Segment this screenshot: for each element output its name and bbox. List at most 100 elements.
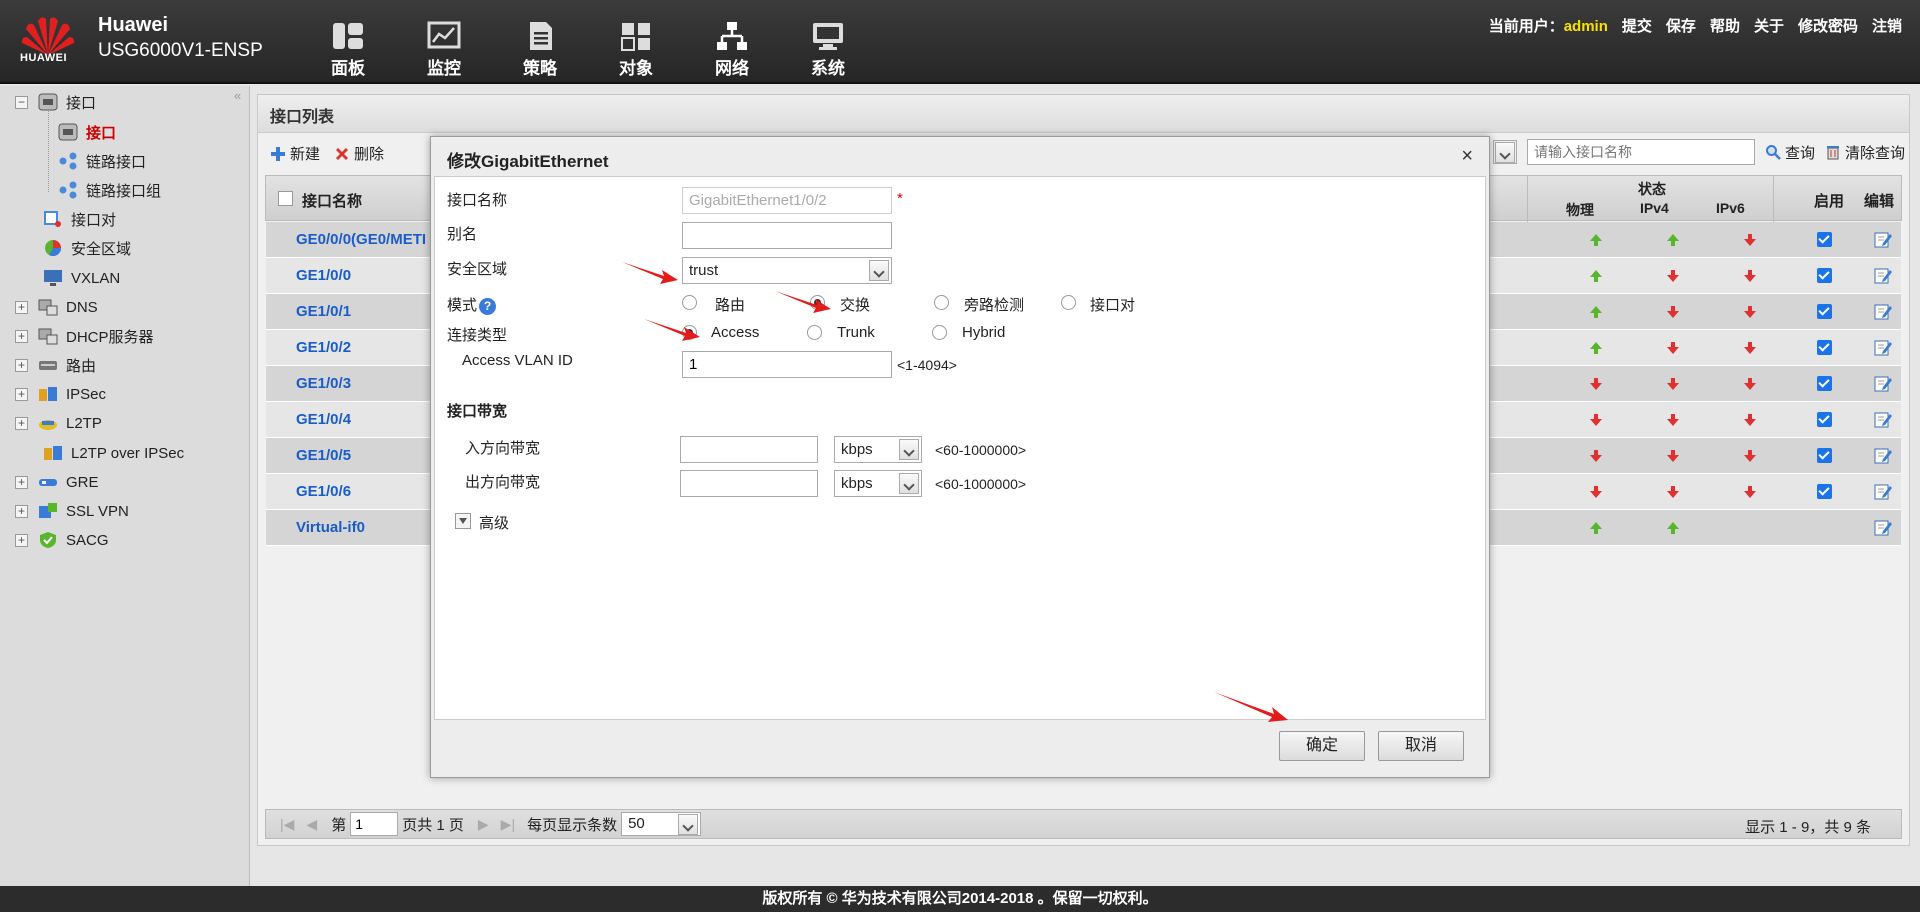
sidebar-item-dhcp-server[interactable]: + DHCP服务器 xyxy=(15,325,154,347)
search-input[interactable] xyxy=(1527,139,1755,165)
inbound-bw-unit-select[interactable]: kbps xyxy=(834,436,922,463)
help-link[interactable]: 帮助 xyxy=(1710,15,1740,36)
nav-policy[interactable]: 策略 xyxy=(492,16,588,78)
outbound-bw-field[interactable] xyxy=(680,470,818,497)
prev-page-icon[interactable]: ◀ xyxy=(306,816,317,833)
status-down-icon xyxy=(1742,376,1758,392)
sidebar-item-interface-pair[interactable]: 接口对 xyxy=(43,208,116,230)
interface-name-link[interactable]: GE1/0/3 xyxy=(296,375,351,392)
sidebar-item-route[interactable]: + 路由 xyxy=(15,354,96,376)
col-name[interactable]: 接口名称 xyxy=(302,190,362,211)
mode-pair-radio[interactable] xyxy=(1061,295,1076,310)
edit-icon[interactable] xyxy=(1874,518,1892,536)
vlan-id-field[interactable] xyxy=(682,351,892,378)
interface-name-link[interactable]: GE1/0/0 xyxy=(296,267,351,284)
expand-icon[interactable]: + xyxy=(15,358,28,372)
expand-icon[interactable]: + xyxy=(15,533,28,547)
ok-button[interactable]: 确定 xyxy=(1279,731,1365,761)
search-type-dropdown[interactable] xyxy=(1493,140,1517,164)
mode-route-radio[interactable] xyxy=(682,295,697,310)
sidebar-item-link-interface[interactable]: 链路接口 xyxy=(58,150,146,172)
expand-icon[interactable]: + xyxy=(15,329,28,343)
interface-name-link[interactable]: GE1/0/1 xyxy=(296,303,351,320)
expand-icon[interactable]: + xyxy=(15,416,28,430)
enable-checkbox[interactable] xyxy=(1817,340,1832,355)
nav-network[interactable]: 网络 xyxy=(684,16,780,78)
expand-icon[interactable]: + xyxy=(15,475,28,489)
edit-icon[interactable] xyxy=(1874,266,1892,284)
interface-name-link[interactable]: GE0/0/0(GE0/METI xyxy=(296,231,426,248)
nav-object[interactable]: 对象 xyxy=(588,16,684,78)
interface-name-link[interactable]: GE1/0/5 xyxy=(296,447,351,464)
advanced-label[interactable]: 高级 xyxy=(479,512,509,533)
sidebar-item-link-interface-group[interactable]: 链路接口组 xyxy=(58,179,161,201)
sidebar-item-sacg[interactable]: + SACG xyxy=(15,529,109,551)
enable-checkbox[interactable] xyxy=(1817,268,1832,283)
enable-checkbox[interactable] xyxy=(1817,376,1832,391)
last-page-icon[interactable]: ▶| xyxy=(501,816,515,833)
page-number-input[interactable] xyxy=(350,812,399,836)
enable-checkbox[interactable] xyxy=(1817,448,1832,463)
enable-checkbox[interactable] xyxy=(1817,412,1832,427)
interface-pair-icon xyxy=(44,211,61,227)
select-all-checkbox[interactable] xyxy=(278,191,293,206)
enable-checkbox[interactable] xyxy=(1817,484,1832,499)
next-page-icon[interactable]: ▶ xyxy=(478,816,489,833)
expand-icon[interactable]: + xyxy=(15,504,28,518)
new-button[interactable]: 新建 xyxy=(270,143,320,164)
expand-icon[interactable]: + xyxy=(15,300,28,314)
interface-name-link[interactable]: GE1/0/4 xyxy=(296,411,351,428)
conn-trunk-radio[interactable] xyxy=(807,325,822,340)
conn-hybrid-radio[interactable] xyxy=(932,325,947,340)
sidebar-item-interface-group[interactable]: − 接口 xyxy=(15,91,96,113)
enable-checkbox[interactable] xyxy=(1817,232,1832,247)
edit-icon[interactable] xyxy=(1874,446,1892,464)
sidebar-item-l2tp-over-ipsec[interactable]: L2TP over IPSec xyxy=(43,442,184,464)
change-password-link[interactable]: 修改密码 xyxy=(1798,15,1858,36)
sidebar-item-ipsec[interactable]: + IPSec xyxy=(15,383,106,405)
per-page-label: 每页显示条数 xyxy=(527,816,618,834)
mode-bypass-radio[interactable] xyxy=(934,295,949,310)
inbound-bw-field[interactable] xyxy=(680,436,818,463)
sidebar-item-interface[interactable]: 接口 xyxy=(58,121,116,143)
edit-icon[interactable] xyxy=(1874,230,1892,248)
cancel-button[interactable]: 取消 xyxy=(1378,731,1464,761)
close-icon[interactable]: × xyxy=(1461,145,1473,168)
sidebar-item-vxlan[interactable]: VXLAN xyxy=(43,267,120,289)
edit-icon[interactable] xyxy=(1874,410,1892,428)
sidebar-item-gre[interactable]: + GRE xyxy=(15,471,99,493)
enable-checkbox[interactable] xyxy=(1817,304,1832,319)
edit-icon[interactable] xyxy=(1874,374,1892,392)
logout-link[interactable]: 注销 xyxy=(1872,15,1902,36)
advanced-toggle-icon[interactable] xyxy=(455,513,471,529)
interface-name-link[interactable]: GE1/0/6 xyxy=(296,483,351,500)
clear-query-button[interactable]: 清除查询 xyxy=(1825,142,1905,163)
save-link[interactable]: 保存 xyxy=(1666,15,1696,36)
about-link[interactable]: 关于 xyxy=(1754,15,1784,36)
alias-field[interactable] xyxy=(682,222,892,249)
outbound-bw-unit-select[interactable]: kbps xyxy=(834,470,922,497)
status-down-icon xyxy=(1742,412,1758,428)
per-page-select[interactable]: 50 xyxy=(621,812,702,836)
sidebar-item-dns[interactable]: + DNS xyxy=(15,296,98,318)
sidebar-item-ssl-vpn[interactable]: + SSL VPN xyxy=(15,500,129,522)
collapse-icon[interactable]: − xyxy=(15,95,28,109)
collapse-sidebar-icon[interactable]: « xyxy=(234,88,241,103)
delete-button[interactable]: 删除 xyxy=(334,143,384,164)
query-button[interactable]: 查询 xyxy=(1765,142,1815,163)
nav-monitor[interactable]: 监控 xyxy=(396,16,492,78)
nav-system[interactable]: 系统 xyxy=(780,16,876,78)
first-page-icon[interactable]: |◀ xyxy=(280,816,294,833)
edit-icon[interactable] xyxy=(1874,302,1892,320)
sidebar-item-security-zone[interactable]: 安全区域 xyxy=(43,237,131,259)
security-zone-select[interactable]: trust xyxy=(682,257,892,284)
interface-name-link[interactable]: GE1/0/2 xyxy=(296,339,351,356)
help-icon[interactable]: ? xyxy=(479,297,497,315)
edit-icon[interactable] xyxy=(1874,338,1892,356)
edit-icon[interactable] xyxy=(1874,482,1892,500)
sidebar-item-l2tp[interactable]: + L2TP xyxy=(15,412,102,434)
nav-dashboard[interactable]: 面板 xyxy=(300,16,396,78)
commit-link[interactable]: 提交 xyxy=(1622,15,1652,36)
expand-icon[interactable]: + xyxy=(15,387,28,401)
interface-name-link[interactable]: Virtual-if0 xyxy=(296,519,365,536)
